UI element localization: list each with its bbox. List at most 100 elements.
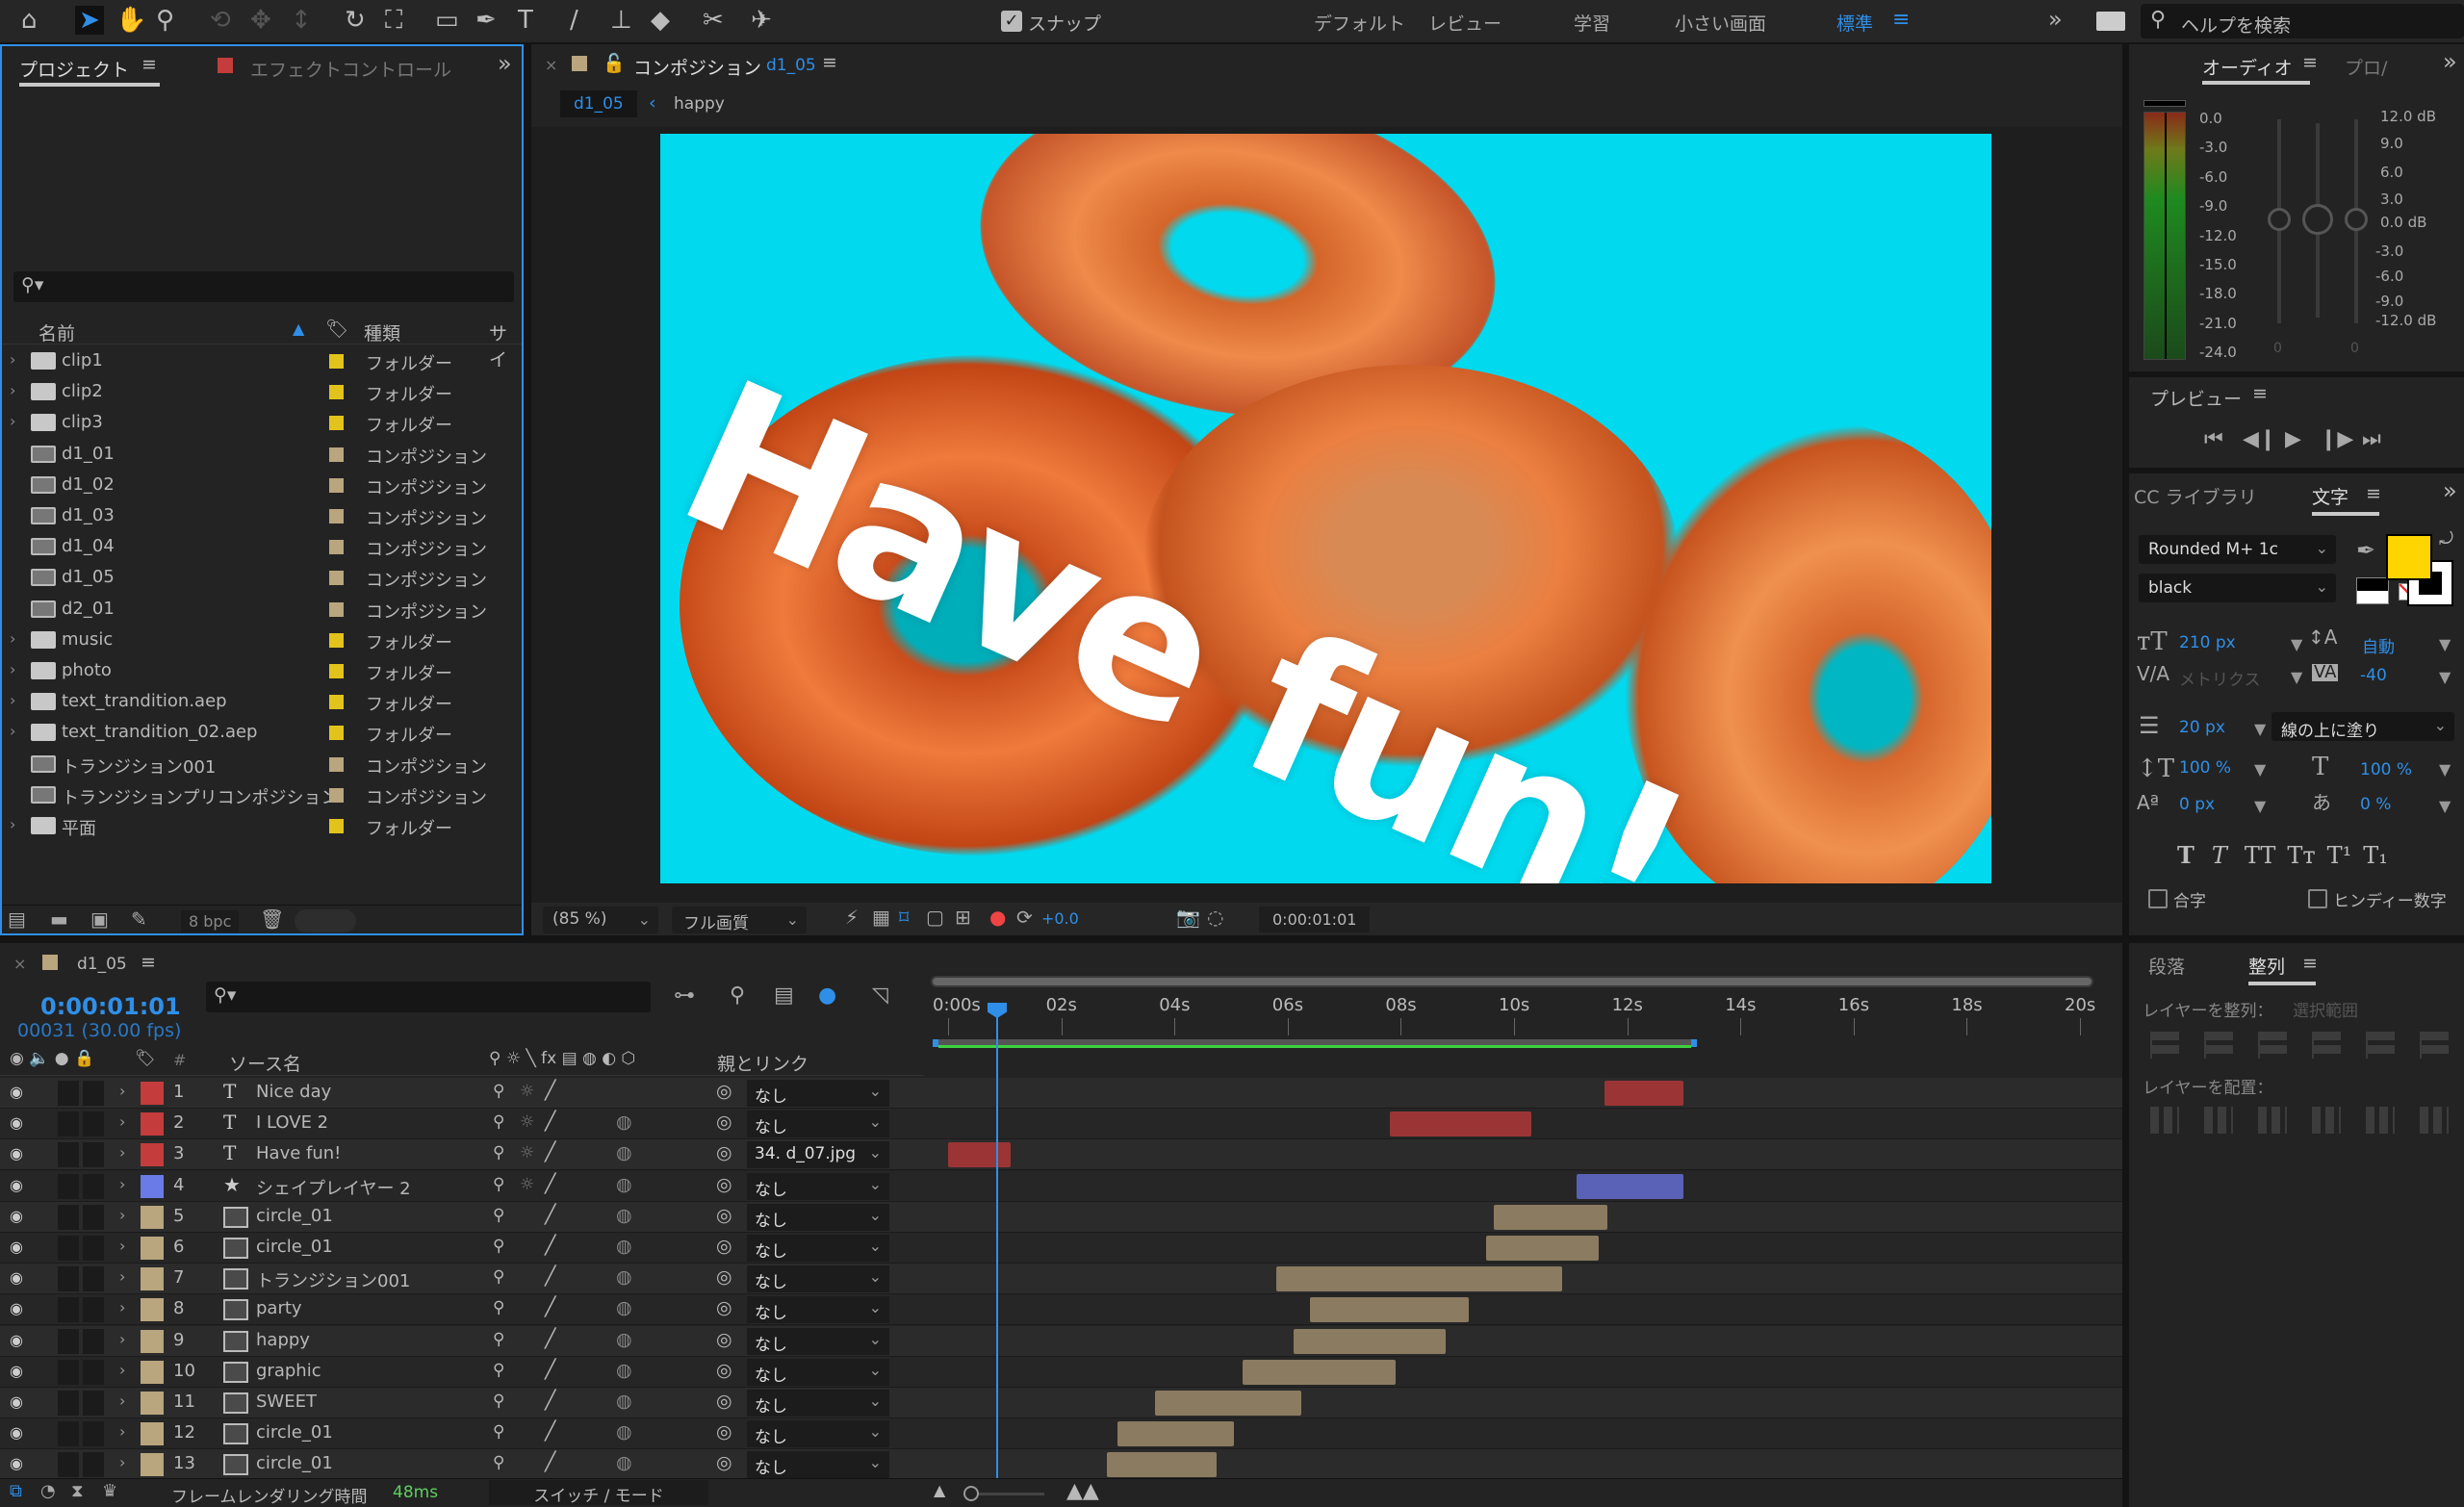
- project-search-input[interactable]: ⚲▾: [13, 271, 514, 302]
- parent-dropdown[interactable]: なし ⌄: [747, 1080, 889, 1107]
- project-item[interactable]: › music フォルダー: [2, 626, 522, 656]
- small-caps-button[interactable]: Tт: [2287, 842, 2315, 869]
- anchor-point-tool-icon[interactable]: ⛶: [385, 6, 402, 36]
- lock-switch[interactable]: [83, 1328, 104, 1354]
- label-color[interactable]: [329, 601, 344, 617]
- visibility-eye-icon[interactable]: ◉: [10, 1268, 23, 1287]
- chevron-right-icon[interactable]: ›: [10, 722, 15, 740]
- kerning-value[interactable]: メトリクス: [2179, 666, 2261, 690]
- layer-row[interactable]: ◉ › 1 T Nice day ⚲ ☼ ╱ ◎ なし ⌄: [0, 1078, 2122, 1109]
- clone-stamp-icon[interactable]: ⊥: [610, 6, 632, 35]
- label-color[interactable]: [329, 726, 344, 741]
- layer-row[interactable]: ◉ › 5 circle_01 ⚲ ╱ ◍ ◎ なし ⌄: [0, 1201, 2122, 1233]
- black-white-swatch[interactable]: [2356, 577, 2389, 604]
- breadcrumb-item[interactable]: happy: [674, 94, 725, 114]
- label-color[interactable]: [329, 477, 344, 493]
- expand-chevron-icon[interactable]: ›: [119, 1392, 125, 1410]
- trash-icon[interactable]: 🗑: [260, 909, 284, 929]
- layer-row[interactable]: ◉ › 6 circle_01 ⚲ ╱ ◍ ◎ なし ⌄: [0, 1233, 2122, 1264]
- zoom-out-icon[interactable]: ▲: [934, 1481, 945, 1499]
- navigator-bar[interactable]: [933, 978, 2092, 985]
- expand-chevron-icon[interactable]: ›: [119, 1112, 125, 1131]
- motion-blur-switch-icon[interactable]: ◍: [616, 1142, 632, 1163]
- distribute-bottom-icon[interactable]: [2258, 1107, 2287, 1134]
- solo-switch[interactable]: [58, 1266, 79, 1292]
- parent-pick-whip-icon[interactable]: ◎: [716, 1081, 732, 1102]
- chevron-right-icon[interactable]: ›: [10, 629, 15, 648]
- selection-tool-icon[interactable]: ➤: [75, 6, 104, 35]
- expand-chevron-icon[interactable]: ›: [119, 1143, 125, 1162]
- label-color[interactable]: [329, 695, 344, 710]
- shy-switch-icon[interactable]: ⚲: [493, 1112, 504, 1132]
- shy-layers-icon[interactable]: ⚲: [730, 985, 745, 1007]
- mask-visibility-icon[interactable]: ⌑: [899, 907, 909, 927]
- dropdown-arrow-icon[interactable]: ▼: [2439, 635, 2451, 653]
- collapse-switch-icon[interactable]: ☼: [520, 1112, 534, 1132]
- resolution-dropdown[interactable]: フル画質 ⌄: [672, 907, 807, 933]
- superscript-button[interactable]: T¹: [2327, 842, 2352, 869]
- dolly-camera-icon[interactable]: ↕: [291, 6, 312, 35]
- parent-pick-whip-icon[interactable]: ◎: [716, 1297, 732, 1318]
- vertical-scale-value[interactable]: 100 %: [2179, 758, 2231, 778]
- parent-pick-whip-icon[interactable]: ◎: [716, 1142, 732, 1163]
- layer-label-color[interactable]: [141, 1174, 164, 1198]
- expand-chevron-icon[interactable]: ›: [119, 1082, 125, 1100]
- motion-blur-switch-icon[interactable]: ◍: [616, 1111, 632, 1133]
- layer-duration-bar[interactable]: [1154, 1391, 1302, 1416]
- project-item[interactable]: d1_02 コンポジション: [2, 471, 522, 501]
- label-color[interactable]: [329, 447, 344, 462]
- project-item[interactable]: › text_trandition.aep フォルダー: [2, 687, 522, 718]
- parent-dropdown[interactable]: なし ⌄: [747, 1265, 889, 1293]
- layer-name[interactable]: SWEET: [256, 1392, 317, 1412]
- shy-switch-icon[interactable]: ⚲: [493, 1298, 504, 1317]
- align-left-icon[interactable]: [2150, 1032, 2179, 1059]
- collapse-switch-icon[interactable]: ☼: [520, 1082, 534, 1101]
- layer-search-input[interactable]: ⚲▾: [206, 982, 651, 1012]
- last-frame-icon[interactable]: ⏭: [2362, 429, 2381, 450]
- expand-chevron-icon[interactable]: ›: [119, 1422, 125, 1441]
- lock-switch[interactable]: [83, 1081, 104, 1106]
- layer-name[interactable]: I LOVE 2: [256, 1112, 328, 1133]
- shy-switch-icon[interactable]: ⚲: [493, 1453, 504, 1472]
- eyedropper-icon[interactable]: ✒: [2356, 539, 2375, 562]
- quality-switch-icon[interactable]: ╱: [545, 1111, 555, 1132]
- shy-switch-icon[interactable]: ⚲: [493, 1422, 504, 1442]
- faux-bold-button[interactable]: T: [2177, 841, 2194, 869]
- layer-label-color[interactable]: [141, 1422, 164, 1446]
- rectangle-tool-icon[interactable]: ▭: [435, 6, 459, 35]
- expand-chevron-icon[interactable]: ›: [119, 1175, 125, 1193]
- expand-chevron-icon[interactable]: ›: [119, 1237, 125, 1255]
- align-h-center-icon[interactable]: [2204, 1032, 2233, 1059]
- workspace-tab[interactable]: デフォルト: [1314, 10, 1405, 36]
- visibility-eye-icon[interactable]: ◉: [10, 1423, 23, 1442]
- motion-blur-icon[interactable]: ●: [818, 985, 836, 1007]
- layer-name[interactable]: graphic: [256, 1361, 321, 1381]
- snapshot-camera-icon[interactable]: 📷: [1176, 907, 1200, 927]
- shy-switch-icon[interactable]: ⚲: [493, 1361, 504, 1380]
- quality-switch-icon[interactable]: ╱: [545, 1451, 555, 1472]
- layer-duration-bar[interactable]: [1106, 1452, 1218, 1478]
- solo-switch[interactable]: [58, 1173, 79, 1199]
- shy-switch-icon[interactable]: ⚲: [493, 1082, 504, 1101]
- sync-settings-icon[interactable]: [2096, 12, 2125, 31]
- parent-dropdown[interactable]: なし ⌄: [747, 1420, 889, 1448]
- ligature-checkbox[interactable]: [2148, 889, 2168, 908]
- parent-dropdown[interactable]: なし ⌄: [747, 1172, 889, 1200]
- leading-value[interactable]: 自動: [2362, 633, 2395, 657]
- solo-switch[interactable]: [58, 1204, 79, 1230]
- orbit-camera-icon[interactable]: ⟲: [210, 6, 231, 35]
- comp-flowchart-icon[interactable]: ⊶: [674, 985, 695, 1007]
- dropdown-arrow-icon[interactable]: ▼: [2291, 668, 2302, 686]
- panel-overflow-icon[interactable]: »: [2443, 48, 2457, 75]
- shy-switch-icon[interactable]: ⚲: [493, 1206, 504, 1225]
- panel-menu-icon[interactable]: ≡: [2302, 953, 2318, 974]
- workspace-tab[interactable]: 小さい画面: [1675, 10, 1766, 36]
- motion-blur-switch-icon[interactable]: ◍: [616, 1421, 632, 1443]
- frame-blending-icon[interactable]: ▤: [774, 985, 794, 1007]
- align-top-icon[interactable]: [2312, 1032, 2341, 1059]
- motion-blur-switch-icon[interactable]: ◍: [616, 1452, 632, 1473]
- shy-switch-icon[interactable]: ⚲: [493, 1143, 504, 1162]
- parent-dropdown[interactable]: なし ⌄: [747, 1111, 889, 1138]
- label-color[interactable]: [329, 571, 344, 586]
- label-color[interactable]: [329, 385, 344, 400]
